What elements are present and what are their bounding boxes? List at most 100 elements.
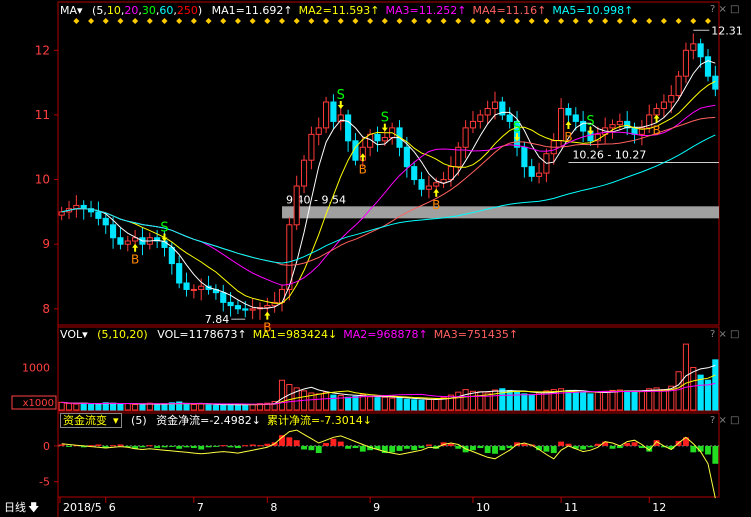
- time-axis: 2018/5 6 7 8 9 10 11 12: [59, 497, 666, 514]
- flow-bar-86: [690, 445, 697, 453]
- vol-bar-13: [154, 403, 161, 411]
- candle-body-50: [425, 185, 432, 190]
- period-selector[interactable]: 日线 🡇: [4, 500, 39, 516]
- signal-marker-86: [690, 18, 697, 24]
- flow-values: 资金净流=-2.4982↓ 累计净流=-7.3014↓: [156, 414, 378, 427]
- signal-marker-88: [704, 18, 711, 24]
- vol-panel-tools[interactable]: ? × □: [710, 329, 740, 340]
- candle-body-15: [168, 246, 175, 265]
- flow-header[interactable]: 资金流变 ▾ (5) 资金净流=-2.4982↓ 累计净流=-7.3014↓: [60, 413, 384, 429]
- flow-bar-35: [315, 445, 322, 454]
- vol-indicator-name[interactable]: VOL▾: [60, 328, 88, 341]
- vol-bar-65: [535, 392, 543, 411]
- flow-bar-89: [712, 445, 719, 464]
- vol-bar-5: [95, 403, 102, 411]
- vol-bar-61: [506, 389, 513, 411]
- vol-bar-64: [528, 394, 535, 411]
- vol-header[interactable]: VOL▾ (5,10,20) VOL=1178673↑ MA1=983424↓ MA…: [60, 327, 530, 343]
- candle-body-68: [558, 107, 565, 142]
- flow-bar-59: [492, 445, 498, 454]
- vol-bar-56: [469, 390, 477, 411]
- ma-value-2: MA3=11.252↑: [385, 4, 467, 17]
- volume-panel[interactable]: 1000 x1000: [11, 343, 719, 411]
- vol-bar-59: [491, 389, 499, 411]
- candle-body-35: [315, 127, 322, 135]
- vol-bar-43: [374, 397, 381, 411]
- flow-value-0: 资金净流=-2.4982↓: [156, 414, 262, 427]
- ma-indicator-name[interactable]: MA▾: [60, 4, 83, 17]
- price-panel-tools[interactable]: ? × □: [710, 4, 740, 15]
- candle-body-59: [491, 101, 499, 109]
- ma-line-30: [61, 116, 716, 266]
- flow-bar-34: [308, 445, 315, 451]
- vol-value-1: MA1=983424↓: [252, 328, 338, 341]
- price-panel[interactable]: 121110989.40 - 9.5410.26 - 10.27BSBSBSBS…: [35, 18, 743, 335]
- flow-bar-68: [558, 441, 565, 446]
- flow-bar-58: [484, 445, 491, 454]
- flow-bar-37: [330, 438, 337, 446]
- flow-bar-28: [264, 443, 271, 446]
- candle-body-23: [227, 301, 234, 307]
- ma-line-5: [61, 60, 716, 309]
- flow-bar-11: [139, 445, 146, 448]
- sell-signal-38: S: [337, 88, 345, 103]
- price-tick-9: 9: [42, 237, 50, 251]
- vol-bar-71: [580, 392, 587, 411]
- ma-value-0: MA1=11.692↑: [211, 4, 293, 17]
- vol-bar-55: [462, 389, 469, 411]
- flow-panel-tools[interactable]: ? × □: [710, 415, 740, 426]
- vol-bar-9: [124, 403, 131, 411]
- vol-tick-1000: 1000: [22, 362, 50, 375]
- vol-bar-40: [352, 395, 359, 411]
- vol-bar-86: [690, 367, 697, 411]
- candle-body-19: [198, 285, 205, 290]
- candle-body-5: [95, 211, 102, 219]
- flow-bar-61: [506, 445, 513, 449]
- flow-bar-31: [286, 437, 293, 446]
- flow-bar-39: [345, 445, 352, 449]
- month-label-6: 11: [564, 501, 578, 514]
- vol-bar-87: [697, 374, 704, 411]
- vol-bar-25: [242, 404, 249, 411]
- vol-bar-82: [660, 389, 667, 411]
- flow-bar-23: [227, 445, 234, 448]
- month-label-0: 2018/5: [63, 501, 102, 514]
- chart-frame: [57, 1, 720, 517]
- capital-flow-panel[interactable]: 0 -5: [39, 429, 719, 499]
- ma-param-5: 5: [96, 4, 104, 17]
- price-tick-10: 10: [35, 173, 50, 187]
- candle-body-48: [411, 166, 418, 181]
- sell-signal-62: S: [513, 120, 521, 135]
- vol-unit-label: x1000: [23, 398, 54, 409]
- sell-signal-44: S: [381, 111, 389, 126]
- ma-header[interactable]: MA▾ (5,10,20,30,60,250) MA1=11.692↑ MA2=1…: [60, 3, 645, 19]
- flow-bar-72: [587, 445, 594, 448]
- vol-bar-72: [587, 393, 594, 411]
- ma-param-10: 10: [106, 4, 121, 17]
- price-tick-8: 8: [42, 302, 50, 316]
- vol-bar-63: [521, 393, 528, 411]
- flow-bar-47: [403, 445, 410, 449]
- month-label-4: 9: [373, 501, 380, 514]
- signal-marker-80: [646, 18, 653, 24]
- vol-bar-89: [712, 359, 719, 411]
- candle-body-86: [690, 43, 697, 51]
- flow-tick-0: 0: [43, 440, 50, 453]
- candle-body-26: [249, 308, 256, 311]
- candle-body-6: [102, 217, 109, 226]
- signal-marker-82: [660, 18, 667, 24]
- flow-tick--5: -5: [39, 476, 50, 489]
- ma-param-20: 20: [124, 4, 139, 17]
- high-label: 12.31: [711, 24, 743, 37]
- vol-bar-49: [418, 399, 425, 411]
- sell-signal-14: S: [160, 220, 168, 235]
- vol-bar-45: [389, 397, 396, 411]
- flow-indicator-name[interactable]: 资金流变 ▾: [60, 413, 122, 428]
- vol-bar-30: [278, 379, 286, 411]
- buy-signal-69: B: [564, 130, 572, 144]
- vol-value-0: VOL=1178673↑: [157, 328, 247, 341]
- vol-bar-7: [110, 402, 117, 411]
- flow-bar-25: [242, 445, 249, 447]
- chart-canvas: 121110989.40 - 9.5410.26 - 10.27BSBSBSBS…: [11, 1, 743, 517]
- ma-params: (5,10,20,30,60,250): [92, 4, 203, 17]
